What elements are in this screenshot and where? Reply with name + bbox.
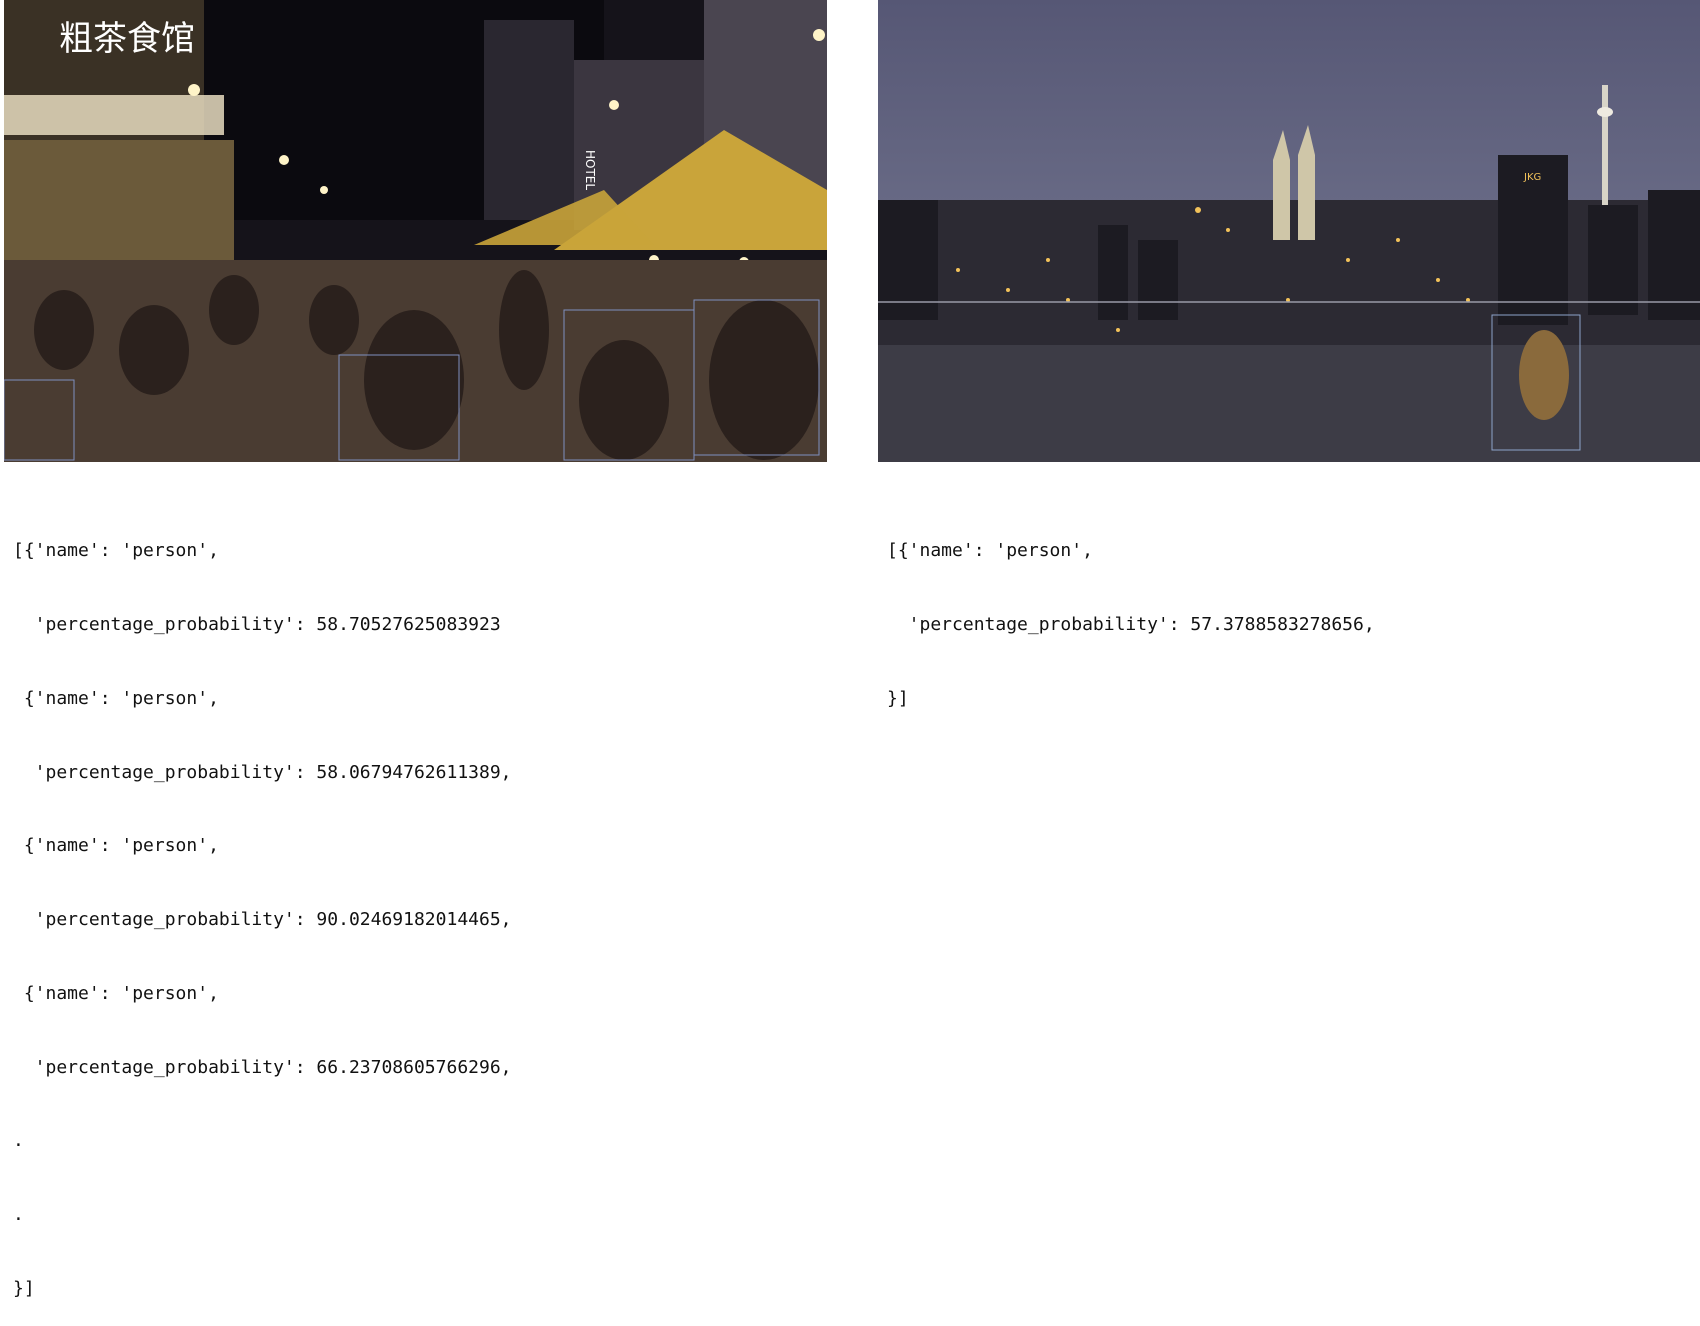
output-line: [{'name': 'person', [13, 540, 219, 562]
output-line: 'percentage_probability': 57.37885832786… [887, 613, 1375, 635]
left-detection-output: [{'name': 'person', 'percentage_probabil… [13, 490, 512, 1326]
output-line: {'name': 'person', [13, 835, 219, 857]
tv-tower [1602, 85, 1608, 205]
shop-sign-text: 粗茶食馆 [59, 19, 195, 59]
output-line: }] [887, 687, 909, 709]
output-line: 'percentage_probability': 58.70527625083… [13, 613, 501, 635]
output-line: [{'name': 'person', [887, 540, 1093, 562]
building-sign-text: JKG [1523, 172, 1541, 183]
output-line: 'percentage_probability': 66.23708605766… [13, 1056, 512, 1078]
output-line: . [13, 1130, 24, 1152]
hotel-sign-text: HOTEL [583, 150, 597, 190]
city-skyline-scene: JKG [878, 0, 1700, 462]
person-figure [1519, 330, 1569, 420]
street-market-scene: 粗茶食馆 HOTEL [4, 0, 827, 462]
right-detection-output: [{'name': 'person', 'percentage_probabil… [887, 490, 1375, 736]
street-market-photo: 粗茶食馆 HOTEL [4, 0, 827, 462]
output-line: . [13, 1204, 24, 1226]
city-skyline-photo: JKG [878, 0, 1700, 462]
output-line: }] [13, 1278, 35, 1299]
output-line: 'percentage_probability': 90.02469182014… [13, 909, 512, 931]
output-line: {'name': 'person', [13, 687, 219, 709]
output-line: {'name': 'person', [13, 982, 219, 1004]
